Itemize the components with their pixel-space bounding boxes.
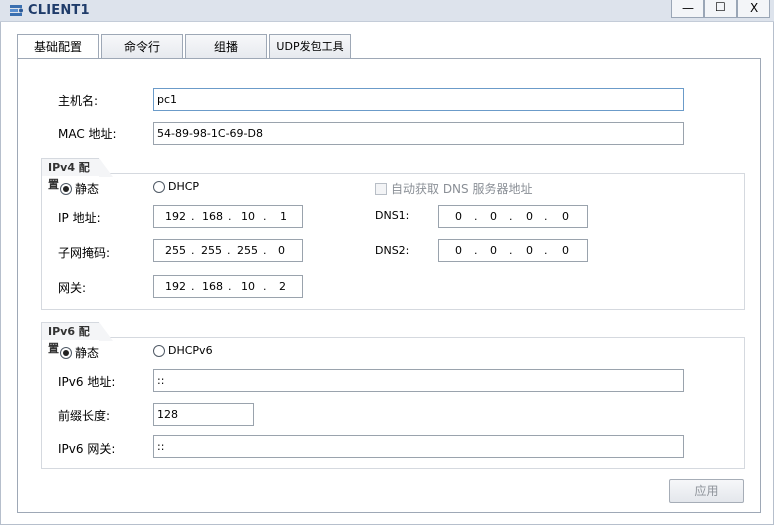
hostname-input[interactable]: pc1: [153, 88, 684, 111]
app-icon: [10, 5, 23, 16]
ipv6-dhcp-radio[interactable]: DHCPv6: [153, 344, 213, 357]
ip-address-input[interactable]: 192 . 168 . 10 . 1: [153, 205, 303, 228]
dns2-input[interactable]: 0 . 0 . 0 . 0: [438, 239, 588, 262]
ip-octet-2: 168: [202, 210, 223, 223]
hostname-label: 主机名:: [58, 94, 99, 108]
prefix-length-input[interactable]: 128: [153, 403, 254, 426]
ipv6-gateway-input[interactable]: ::: [153, 435, 684, 458]
minimize-button[interactable]: —: [671, 0, 704, 18]
ipv6-static-label: 静态: [75, 346, 100, 360]
maximize-button[interactable]: ☐: [704, 0, 737, 18]
title-bar: CLIENT1 — ☐ X: [0, 0, 774, 22]
subnet-mask-label: 子网掩码:: [58, 246, 111, 260]
tab-udp-tool[interactable]: UDP发包工具: [269, 34, 351, 59]
radio-unselected-icon: [153, 344, 165, 357]
radio-unselected-icon: [153, 180, 165, 193]
close-icon: X: [750, 1, 759, 15]
ip-octet-4: 1: [280, 210, 287, 223]
ipv6-group-title: IPv6 配置: [41, 322, 113, 355]
tab-basic-config[interactable]: 基础配置: [17, 34, 99, 60]
ipv4-dhcp-radio[interactable]: DHCP: [153, 180, 199, 193]
ipv6-address-input[interactable]: ::: [153, 369, 684, 392]
ip-address-label: IP 地址:: [58, 211, 101, 225]
ipv6-dhcp-label: DHCPv6: [168, 344, 213, 357]
gateway-input[interactable]: 192 . 168 . 10 . 2: [153, 275, 303, 298]
tab-multicast[interactable]: 组播: [185, 34, 267, 59]
dns1-label: DNS1:: [375, 209, 410, 222]
tab-command-line[interactable]: 命令行: [101, 34, 183, 59]
ipv6-address-label: IPv6 地址:: [58, 375, 116, 389]
checkbox-icon: [375, 182, 387, 195]
ipv6-static-radio[interactable]: 静态: [60, 344, 99, 361]
close-button[interactable]: X: [737, 0, 770, 18]
auto-dns-checkbox[interactable]: 自动获取 DNS 服务器地址: [375, 180, 532, 197]
auto-dns-label: 自动获取 DNS 服务器地址: [391, 182, 533, 196]
prefix-length-label: 前缀长度:: [58, 409, 111, 423]
dns2-label: DNS2:: [375, 244, 410, 257]
ip-octet-3: 10: [241, 210, 255, 223]
radio-selected-icon: [60, 182, 72, 195]
gateway-label: 网关:: [58, 281, 87, 295]
ipv4-static-radio[interactable]: 静态: [60, 180, 99, 197]
radio-selected-icon: [60, 346, 72, 359]
ipv4-static-label: 静态: [75, 182, 100, 196]
mac-label: MAC 地址:: [58, 127, 117, 141]
dns1-input[interactable]: 0 . 0 . 0 . 0: [438, 205, 588, 228]
mac-input[interactable]: 54-89-98-1C-69-D8: [153, 122, 684, 145]
maximize-icon: ☐: [715, 0, 726, 14]
minimize-icon: —: [682, 1, 694, 15]
ipv4-group-title: IPv4 配置: [41, 158, 113, 191]
ipv4-dhcp-label: DHCP: [168, 180, 200, 193]
ipv6-gateway-label: IPv6 网关:: [58, 442, 116, 456]
apply-button[interactable]: 应用: [669, 479, 744, 503]
window-title: CLIENT1: [28, 3, 90, 18]
subnet-mask-input[interactable]: 255 . 255 . 255 . 0: [153, 239, 303, 262]
ip-octet-1: 192: [165, 210, 186, 223]
